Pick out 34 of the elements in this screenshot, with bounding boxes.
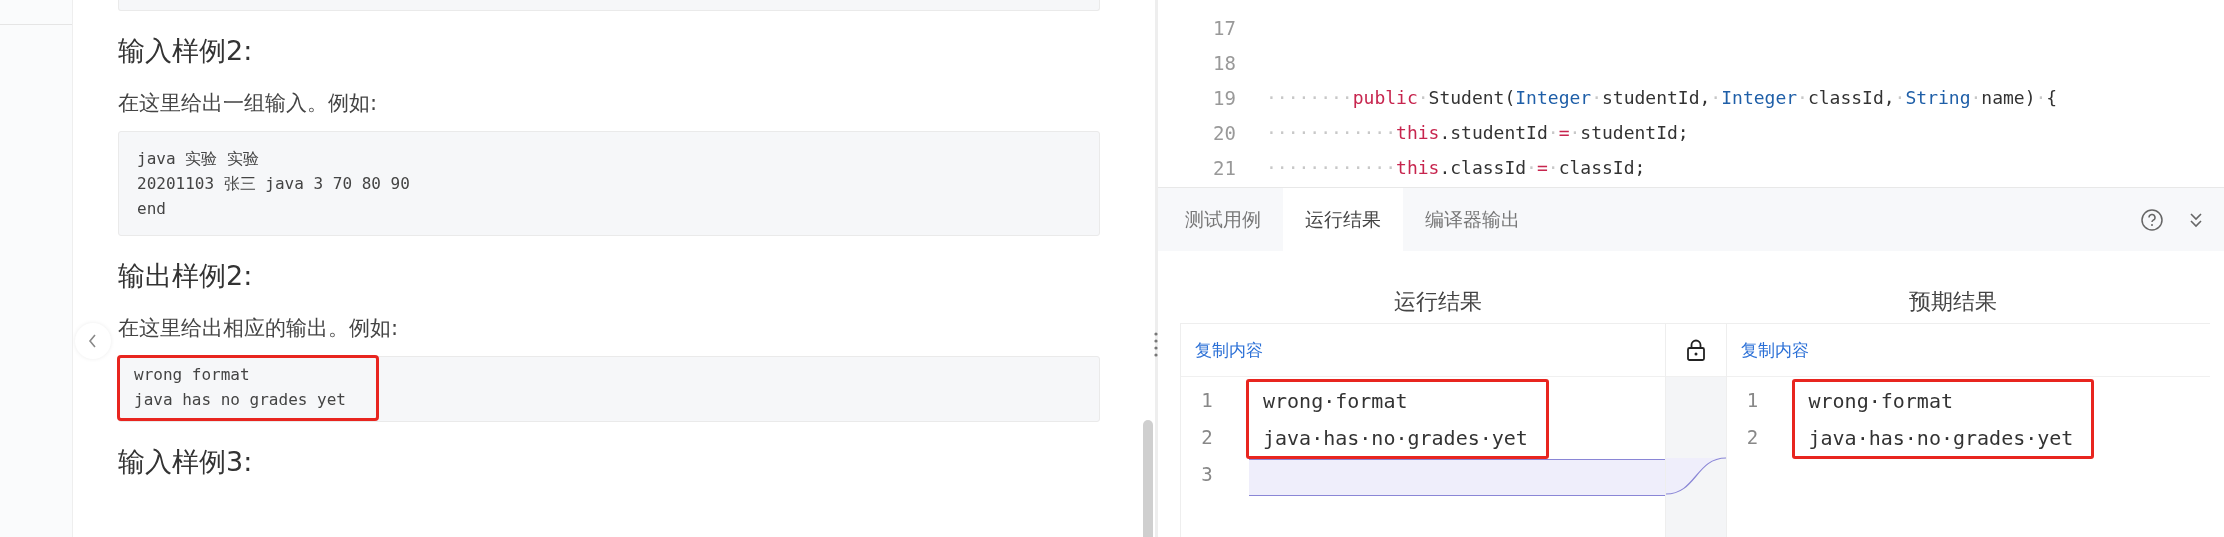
line-number: 2 xyxy=(1745,425,1760,450)
description-text: 在这里给出相应的输出。例如: xyxy=(118,315,400,342)
tab[interactable]: 测试用例 xyxy=(1163,188,1283,251)
description-text: 在这里给出一组输入。例如: xyxy=(118,90,379,117)
output-line: java·has·no·grades·yet xyxy=(1808,425,2074,450)
code-line: end xyxy=(137,198,167,220)
line-number: 19 xyxy=(1212,86,1236,109)
section-heading: 输入样例2: xyxy=(118,34,254,68)
code-line: ············this.classId·=·classId; xyxy=(1266,157,1646,178)
line-number: 18 xyxy=(1212,51,1236,74)
line-number: 20 xyxy=(1212,121,1236,144)
section-heading: 输出样例2: xyxy=(118,259,254,293)
copy-link[interactable]: 复制内容 xyxy=(1740,338,1809,362)
tab[interactable]: 运行结果 xyxy=(1283,188,1403,251)
line-number: 2 xyxy=(1200,425,1214,450)
result-title: 运行结果 xyxy=(1392,288,1483,316)
line-number: 1 xyxy=(1200,388,1214,413)
output-line: wrong·format xyxy=(1808,388,1953,413)
line-number: 21 xyxy=(1212,156,1236,179)
output-line: java·has·no·grades·yet xyxy=(1263,425,1528,450)
code-line: ············this.studentId·=·studentId; xyxy=(1266,122,1689,143)
output-line: wrong·format xyxy=(1263,388,1408,413)
code-line: java has no grades yet xyxy=(134,389,346,411)
tab[interactable]: 编译器输出 xyxy=(1403,188,1542,251)
code-line: wrong format xyxy=(134,364,251,386)
line-number: 1 xyxy=(1745,388,1760,413)
code-line: ········public·Student(Integer·studentId,·Integer·classId,·String·name)·{ xyxy=(1266,87,2058,108)
result-title: 预期结果 xyxy=(1907,288,1998,316)
code-line: java 实验 实验 xyxy=(137,148,260,170)
line-number: 17 xyxy=(1212,16,1236,39)
line-number: 3 xyxy=(1200,462,1214,487)
section-heading: 输入样例3: xyxy=(118,445,254,479)
code-line: 20201103 张三 java 3 70 80 90 xyxy=(137,173,411,195)
copy-link[interactable]: 复制内容 xyxy=(1195,338,1263,362)
